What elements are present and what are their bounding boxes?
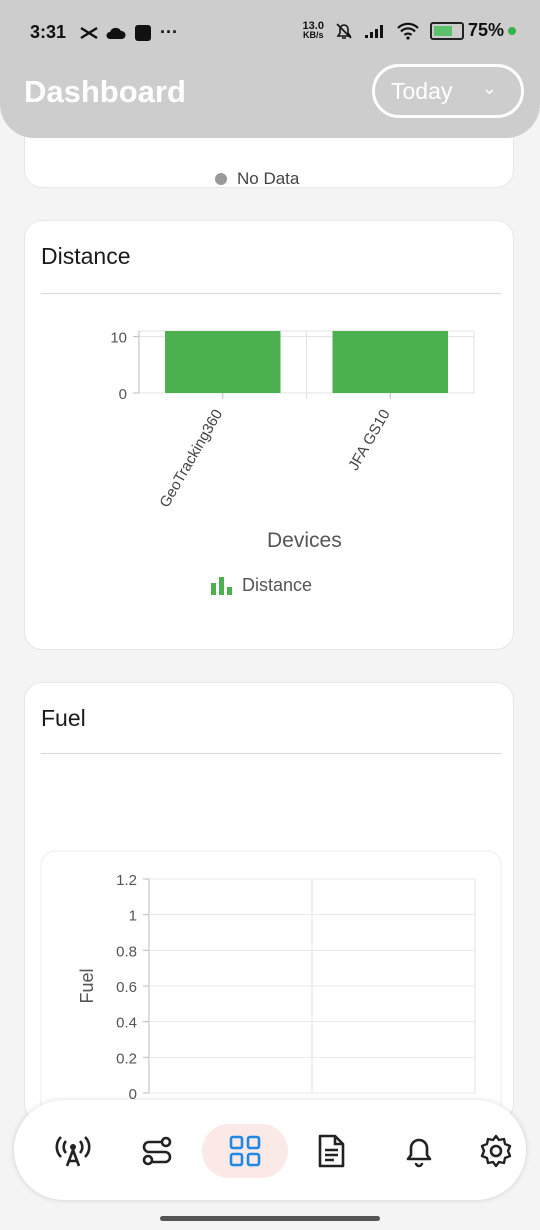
chart-legend[interactable]: Distance — [211, 575, 312, 596]
fuel-card: Fuel 1.2 1 0.8 0.6 0.4 0.2 0 Fuel — [24, 682, 514, 1123]
date-range-dropdown[interactable]: Today ⌄ — [372, 64, 524, 118]
status-notification-icons: ··· — [80, 22, 178, 43]
net-speed: 13.0 KB/s — [303, 20, 324, 40]
report-document-icon — [318, 1134, 345, 1168]
nav-reports[interactable] — [304, 1124, 358, 1178]
bar-chart-icon — [211, 576, 232, 595]
chevron-down-icon: ⌄ — [481, 78, 497, 98]
tracking-antenna-icon — [55, 1136, 91, 1167]
x-tick-label: JFA GS10 — [345, 407, 393, 474]
nav-notifications[interactable] — [392, 1124, 446, 1178]
settings-gear-icon — [480, 1134, 512, 1168]
app-square-icon — [135, 24, 151, 41]
x-tick-label: GeoTracking360 — [156, 407, 226, 511]
net-speed-unit: KB/s — [303, 29, 324, 40]
wifi-icon — [397, 22, 419, 40]
bar — [332, 331, 448, 393]
legend-dot — [215, 173, 227, 185]
app-header: 3:31 ··· 13.0 KB/s 75% Dashboard Today ⌄ — [0, 0, 540, 138]
chart-panel — [40, 850, 502, 1123]
nav-tracking[interactable] — [46, 1124, 100, 1178]
route-icon — [142, 1136, 172, 1166]
battery-indicator: 75% — [429, 20, 516, 41]
fuel-bar-chart: 1.210.80.60.40.20Fuel — [40, 850, 502, 1123]
distance-card: Distance 10 0 GeoTracking360 JFA GS10 Devic… — [24, 220, 514, 650]
y-axis-label: Fuel — [77, 968, 97, 1003]
no-data-legend: No Data — [215, 169, 299, 189]
legend-label: Distance — [242, 575, 313, 595]
status-time: 3:31 — [30, 22, 67, 42]
home-indicator[interactable] — [160, 1216, 380, 1221]
bell-muted-icon — [336, 22, 352, 39]
no-data-label: No Data — [237, 169, 300, 188]
y-tick-label: 0 — [119, 386, 127, 403]
y-tick-label: 0.6 — [116, 979, 137, 996]
x-axis-label: Devices — [267, 529, 342, 552]
status-bar: 3:31 ··· 13.0 KB/s 75% — [0, 14, 540, 50]
capcut-icon — [80, 26, 98, 39]
bell-icon — [406, 1138, 432, 1168]
dashboard-grid-icon — [229, 1135, 261, 1167]
signal-icon — [364, 24, 383, 38]
y-tick-label: 0.4 — [116, 1015, 137, 1032]
nav-dashboard[interactable] — [202, 1124, 288, 1178]
y-tick-label: 1 — [129, 908, 137, 925]
page-title: Dashboard — [24, 74, 186, 109]
bar — [165, 331, 281, 393]
privacy-dot — [508, 26, 516, 35]
battery-icon — [429, 21, 464, 40]
bottom-navigation — [14, 1100, 526, 1200]
more-notifications-icon: ··· — [160, 22, 178, 42]
battery-percent: 75% — [467, 20, 504, 40]
nav-routes[interactable] — [130, 1124, 184, 1178]
nav-settings[interactable] — [476, 1124, 516, 1178]
y-tick-label: 1.2 — [116, 872, 137, 889]
y-tick-label: 10 — [110, 330, 127, 347]
y-tick-label: 0.8 — [116, 943, 137, 960]
cloud-icon — [106, 27, 126, 39]
y-tick-label: 0.2 — [116, 1050, 137, 1067]
date-range-value: Today — [391, 77, 453, 104]
status-system-icons: 13.0 KB/s 75% — [303, 20, 516, 41]
